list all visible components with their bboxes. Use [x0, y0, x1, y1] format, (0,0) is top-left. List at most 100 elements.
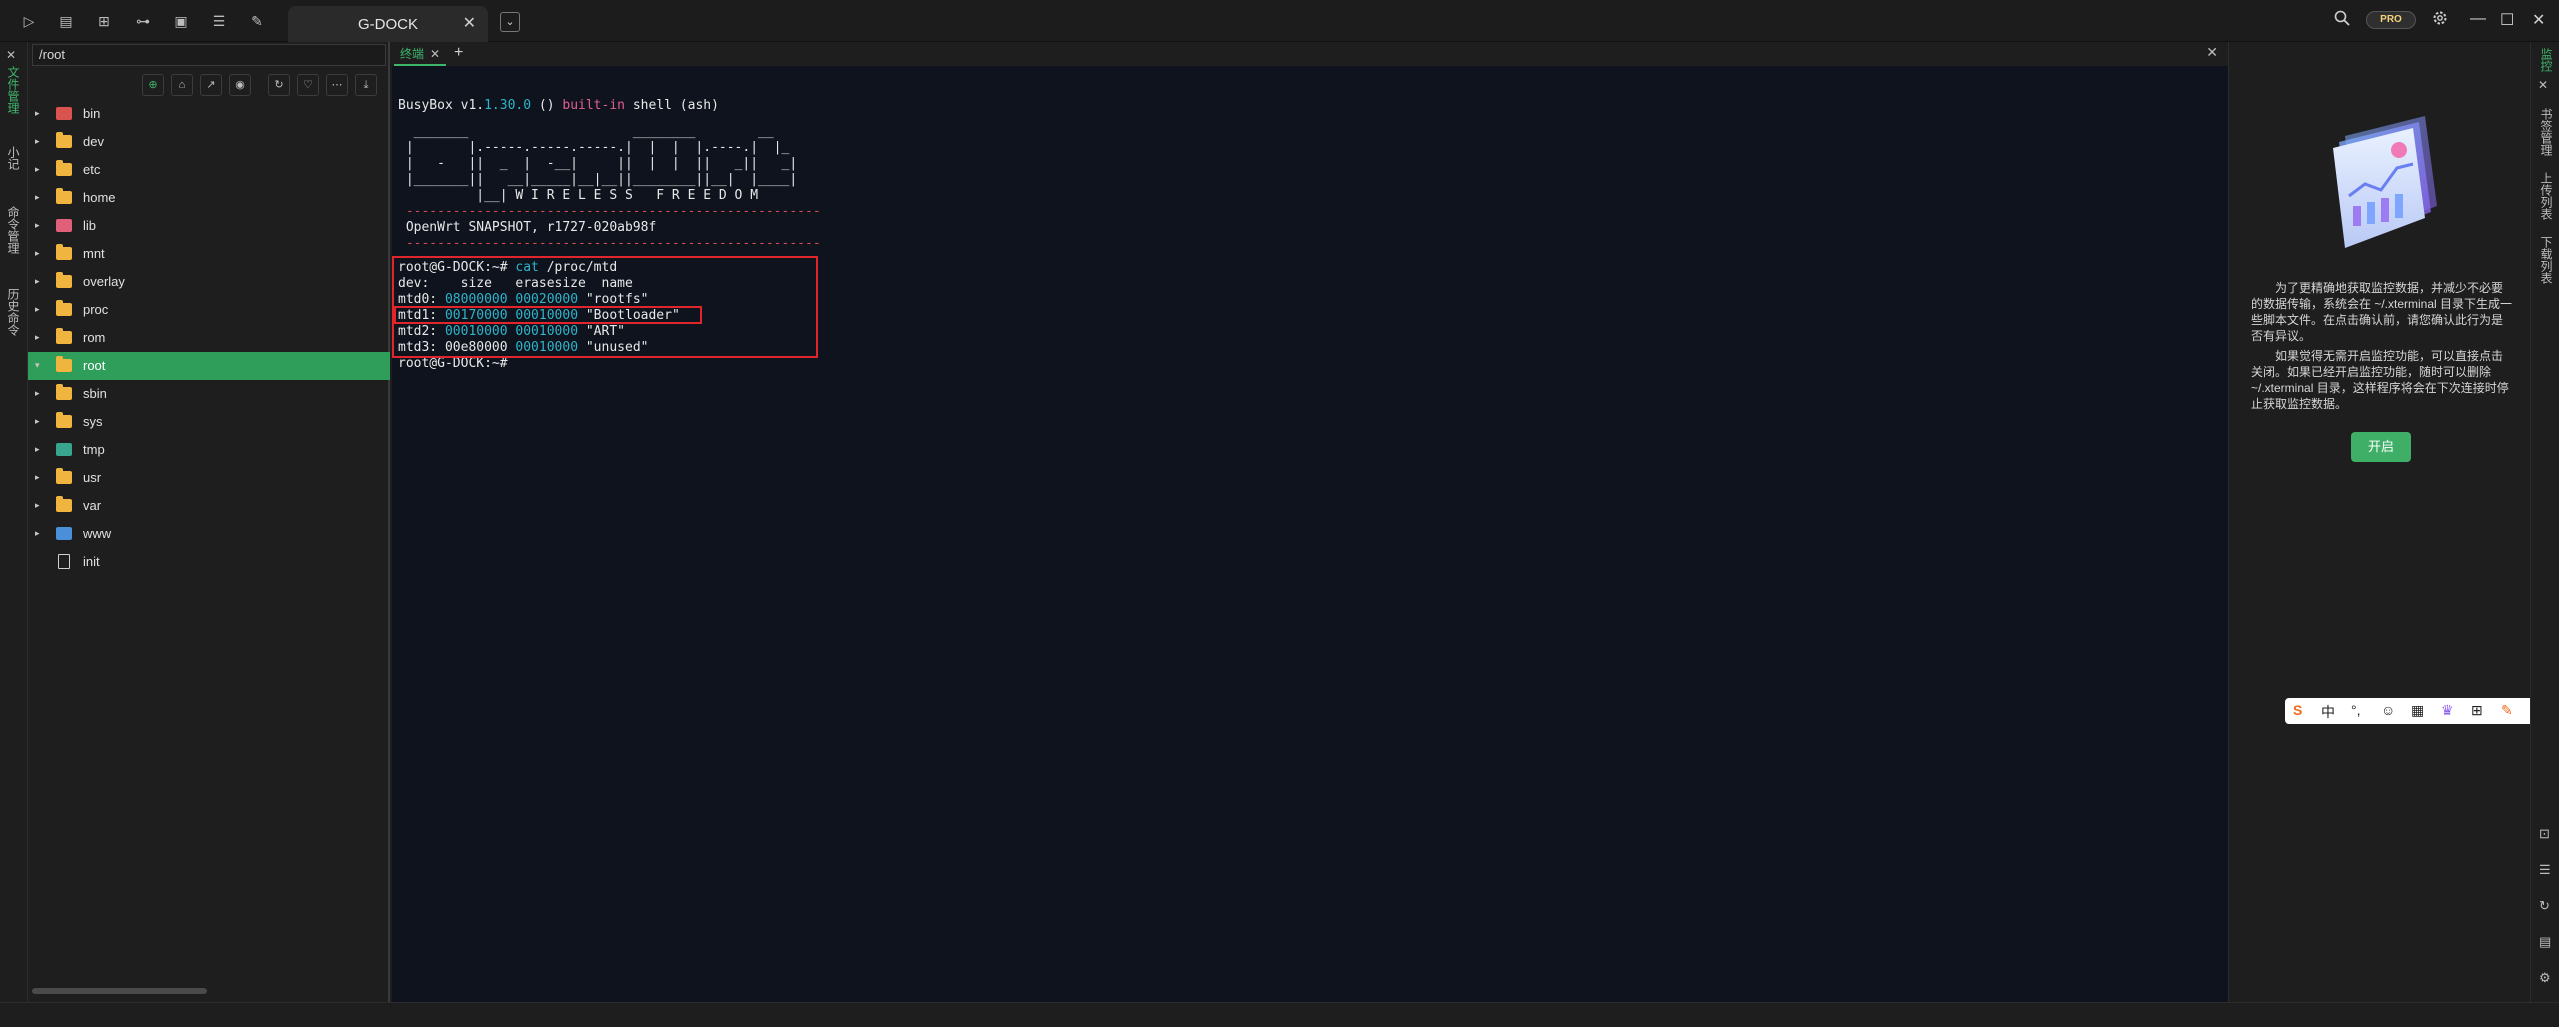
- tab-bookmarks[interactable]: 书签管理: [2538, 108, 2555, 156]
- chevron-right-icon[interactable]: ▸: [35, 220, 40, 231]
- close-icon[interactable]: ✕: [2538, 78, 2548, 92]
- settings-icon[interactable]: ⚙: [2539, 970, 2551, 986]
- session-tab-gdock[interactable]: G-DOCK ✕: [288, 6, 488, 42]
- ime-keyboard-icon[interactable]: ▦: [2411, 702, 2424, 719]
- tree-item-mnt[interactable]: ▸ mnt: [28, 240, 390, 268]
- chevron-right-icon[interactable]: ▸: [35, 136, 40, 147]
- chevron-right-icon[interactable]: ▸: [35, 108, 40, 119]
- chevron-right-icon[interactable]: ▸: [35, 192, 40, 203]
- tree-item-label: mnt: [83, 246, 105, 261]
- folder-icon: [56, 132, 72, 148]
- tree-item-label: usr: [83, 470, 102, 485]
- tree-item-rom[interactable]: ▸ rom: [28, 324, 390, 352]
- terminal-icon[interactable]: ▷: [20, 12, 38, 30]
- tree-item-sys[interactable]: ▸ sys: [28, 408, 390, 436]
- chevron-right-icon[interactable]: ▸: [35, 444, 40, 455]
- chevron-right-icon[interactable]: ▸: [35, 276, 40, 287]
- close-panel-icon[interactable]: ✕: [2206, 44, 2218, 61]
- enable-monitor-button[interactable]: 开启: [2351, 432, 2411, 462]
- tree-item-label: var: [83, 498, 102, 513]
- close-icon[interactable]: ✕: [463, 13, 476, 33]
- tree-item-sbin[interactable]: ▸ sbin: [28, 380, 390, 408]
- chevron-right-icon[interactable]: ▸: [35, 416, 40, 427]
- tree-item-proc[interactable]: ▸ proc: [28, 296, 390, 324]
- close-icon[interactable]: ✕: [430, 47, 440, 61]
- ime-emoji-icon[interactable]: ☺: [2381, 702, 2395, 718]
- folder-icon: [56, 160, 72, 176]
- folder-icon: [56, 300, 72, 316]
- chevron-right-icon[interactable]: ▸: [35, 500, 40, 511]
- tab-upload-list[interactable]: 上传列表: [2538, 172, 2555, 220]
- terminal-icon[interactable]: ⊡: [2539, 826, 2550, 842]
- tab-history-commands[interactable]: 历史命令: [6, 288, 22, 336]
- highlight-box-bootloader: [394, 306, 702, 324]
- tree-item-home[interactable]: ▸ home: [28, 184, 390, 212]
- ime-chinese-mode[interactable]: 中: [2321, 702, 2335, 722]
- ime-toolbox-icon[interactable]: ⊞: [2471, 702, 2483, 719]
- tree-item-root[interactable]: ▾ root: [28, 352, 390, 380]
- ime-punctuation-icon[interactable]: °,: [2351, 702, 2361, 718]
- chevron-right-icon[interactable]: ▸: [35, 164, 40, 175]
- upload-button[interactable]: ⤓: [355, 74, 377, 96]
- tools-icon[interactable]: ✎: [248, 12, 266, 30]
- list-icon[interactable]: ☰: [210, 12, 228, 30]
- ime-logo-icon[interactable]: S: [2293, 702, 2302, 718]
- more-button[interactable]: ⋯: [326, 74, 348, 96]
- storage-icon[interactable]: ▤: [2539, 934, 2551, 950]
- chevron-down-icon[interactable]: ⌄: [500, 12, 520, 32]
- add-tab-button[interactable]: +: [454, 44, 463, 62]
- link-button[interactable]: ↗: [200, 74, 222, 96]
- gear-icon[interactable]: [2432, 10, 2448, 31]
- folder-icon: [56, 468, 72, 484]
- tree-item-usr[interactable]: ▸ usr: [28, 464, 390, 492]
- terminal-line: |_______|| __|_____|__|__||________||__|…: [398, 172, 798, 187]
- tab-command-manager[interactable]: 命令管理: [6, 206, 22, 254]
- pro-badge[interactable]: PRO: [2366, 11, 2416, 29]
- tree-item-tmp[interactable]: ▸ tmp: [28, 436, 390, 464]
- eye-button[interactable]: ◉: [229, 74, 251, 96]
- tab-notes[interactable]: 小记: [6, 146, 22, 170]
- tree-item-etc[interactable]: ▸ etc: [28, 156, 390, 184]
- chevron-down-icon[interactable]: ▾: [35, 360, 40, 371]
- chevron-right-icon[interactable]: ▸: [35, 388, 40, 399]
- refresh-button[interactable]: ↻: [268, 74, 290, 96]
- home-button[interactable]: ⌂: [171, 74, 193, 96]
- chevron-right-icon[interactable]: ▸: [35, 332, 40, 343]
- tree-item-dev[interactable]: ▸ dev: [28, 128, 390, 156]
- tab-terminal[interactable]: 终端 ✕: [394, 44, 447, 66]
- close-icon[interactable]: ✕: [6, 48, 22, 62]
- tree-item-var[interactable]: ▸ var: [28, 492, 390, 520]
- close-window-button[interactable]: ✕: [2532, 10, 2545, 30]
- locate-button[interactable]: ⊕: [142, 74, 164, 96]
- console-icon[interactable]: ▣: [172, 12, 190, 30]
- ime-skin-icon[interactable]: ♛: [2441, 702, 2454, 719]
- terminal-output[interactable]: BusyBox v1.1.30.0 () built-in shell (ash…: [392, 66, 2228, 1002]
- tab-file-manager[interactable]: 文件管理: [6, 66, 22, 114]
- favorite-button[interactable]: ♡: [297, 74, 319, 96]
- file-toolbar: ⊕ ⌂ ↗ ◉ ↻ ♡ ⋯ ⤓: [28, 72, 390, 98]
- chevron-right-icon[interactable]: ▸: [35, 248, 40, 259]
- path-input[interactable]: /root: [32, 44, 386, 66]
- search-icon[interactable]: [2334, 10, 2350, 31]
- horizontal-scrollbar[interactable]: [32, 988, 207, 994]
- refresh-icon[interactable]: ↻: [2539, 898, 2550, 914]
- network-icon[interactable]: ⊶: [134, 12, 152, 30]
- file-icon[interactable]: ▤: [57, 12, 75, 30]
- chevron-right-icon[interactable]: ▸: [35, 528, 40, 539]
- tree-item-overlay[interactable]: ▸ overlay: [28, 268, 390, 296]
- status-bar: [0, 1002, 2559, 1027]
- chevron-right-icon[interactable]: ▸: [35, 304, 40, 315]
- tree-item-lib[interactable]: ▸ lib: [28, 212, 390, 240]
- tree-item-init[interactable]: init: [28, 548, 390, 576]
- tab-monitor[interactable]: 监控: [2538, 48, 2555, 72]
- tab-download-list[interactable]: 下载列表: [2538, 236, 2555, 284]
- ime-handwrite-icon[interactable]: ✎: [2501, 702, 2513, 719]
- tree-item-label: rom: [83, 330, 106, 345]
- minimize-button[interactable]: —: [2470, 10, 2486, 28]
- tree-item-bin[interactable]: ▸ bin: [28, 100, 390, 128]
- maximize-button[interactable]: ☐: [2500, 10, 2514, 30]
- chevron-right-icon[interactable]: ▸: [35, 472, 40, 483]
- list-icon[interactable]: ☰: [2539, 862, 2551, 878]
- grid-icon[interactable]: ⊞: [95, 12, 113, 30]
- tree-item-www[interactable]: ▸ www: [28, 520, 390, 548]
